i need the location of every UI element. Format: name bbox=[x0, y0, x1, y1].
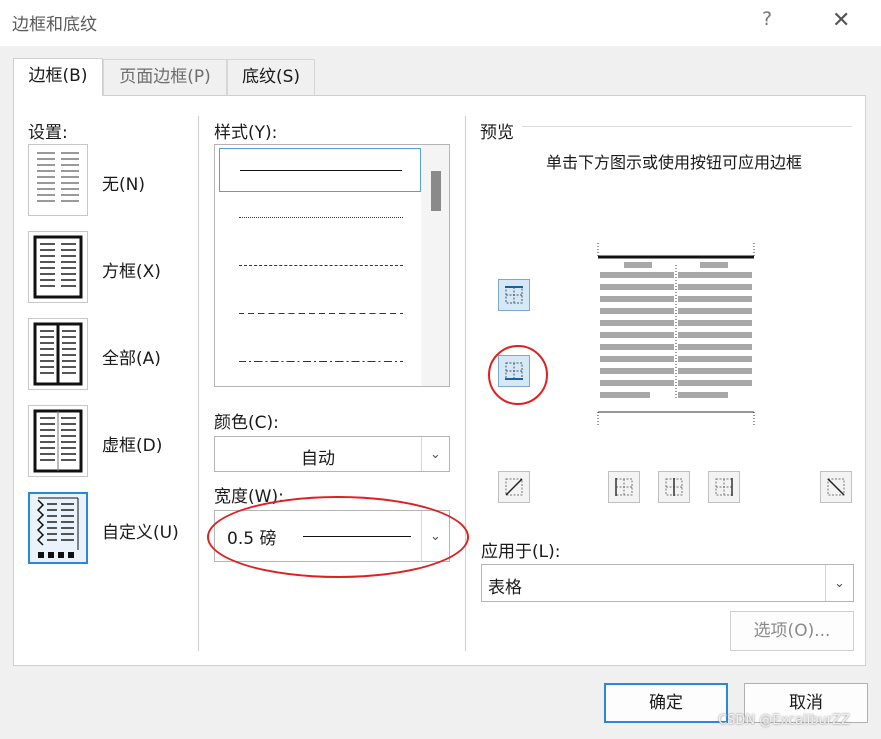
preview-rule bbox=[522, 126, 852, 127]
left-border-button[interactable] bbox=[608, 471, 640, 503]
setting-box-label[interactable]: 方框(X) bbox=[102, 257, 161, 282]
style-option-dash-dot[interactable] bbox=[219, 340, 421, 384]
style-option-fine-dash[interactable] bbox=[219, 244, 421, 288]
apply-to-value: 表格 bbox=[488, 578, 522, 598]
close-button[interactable]: ✕ bbox=[832, 6, 850, 36]
divider bbox=[465, 116, 466, 651]
ok-button[interactable]: 确定 bbox=[604, 683, 728, 723]
divider bbox=[198, 116, 199, 651]
scrollbar-thumb[interactable] bbox=[431, 171, 441, 211]
color-select[interactable]: 自动 ⌄ bbox=[214, 436, 450, 472]
watermark: CSDN @ExcaliburZZ bbox=[718, 713, 850, 728]
style-label: 样式(Y): bbox=[214, 123, 278, 143]
setting-all-label[interactable]: 全部(A) bbox=[102, 344, 161, 369]
diagonal-down-button[interactable] bbox=[820, 471, 852, 503]
style-option-dash[interactable] bbox=[219, 292, 421, 336]
inside-vertical-border-button[interactable] bbox=[658, 471, 690, 503]
setting-none-label[interactable]: 无(N) bbox=[102, 170, 145, 195]
chevron-down-icon[interactable]: ⌄ bbox=[421, 437, 449, 471]
color-label: 颜色(C): bbox=[214, 413, 279, 433]
setting-all-icon[interactable] bbox=[28, 318, 88, 390]
tab-page-border[interactable]: 页面边框(P) bbox=[103, 59, 227, 95]
style-list-scrollbar[interactable] bbox=[421, 145, 449, 386]
tab-borders[interactable]: 边框(B) bbox=[13, 58, 103, 96]
options-button[interactable]: 选项(O)... bbox=[730, 611, 854, 651]
setting-none-icon[interactable] bbox=[28, 144, 88, 216]
settings-label: 设置: bbox=[28, 123, 68, 143]
setting-custom-icon[interactable] bbox=[28, 492, 88, 564]
window-title: 边框和底纹 bbox=[12, 15, 97, 35]
borders-panel: 设置: 无(N) 方框(X) 全部(A) 虚框(D) 自定义(U) 样式(Y):… bbox=[13, 95, 866, 666]
setting-grid-label[interactable]: 虚框(D) bbox=[102, 431, 162, 456]
title-bar: 边框和底纹 ? ✕ bbox=[0, 0, 881, 46]
setting-box-icon[interactable] bbox=[28, 231, 88, 303]
help-button[interactable]: ? bbox=[762, 8, 772, 30]
annotation-circle bbox=[488, 345, 548, 405]
apply-to-select[interactable]: 表格 ⌄ bbox=[481, 564, 854, 602]
style-option-solid[interactable] bbox=[219, 148, 421, 192]
right-border-button[interactable] bbox=[708, 471, 740, 503]
top-border-button[interactable] bbox=[498, 279, 530, 311]
annotation-ellipse bbox=[207, 496, 469, 578]
color-value: 自动 bbox=[301, 449, 335, 469]
style-list[interactable] bbox=[214, 144, 450, 387]
preview-hint: 单击下方图示或使用按钮可应用边框 bbox=[545, 153, 802, 172]
preview-document[interactable] bbox=[568, 225, 784, 443]
chevron-down-icon[interactable]: ⌄ bbox=[825, 565, 853, 601]
setting-custom-label[interactable]: 自定义(U) bbox=[102, 518, 179, 543]
apply-to-label: 应用于(L): bbox=[481, 542, 561, 562]
style-option-dotted[interactable] bbox=[219, 196, 421, 240]
preview-label: 预览 bbox=[480, 123, 514, 143]
setting-grid-icon[interactable] bbox=[28, 405, 88, 477]
tab-shading[interactable]: 底纹(S) bbox=[227, 59, 315, 95]
diagonal-up-button[interactable] bbox=[498, 471, 530, 503]
